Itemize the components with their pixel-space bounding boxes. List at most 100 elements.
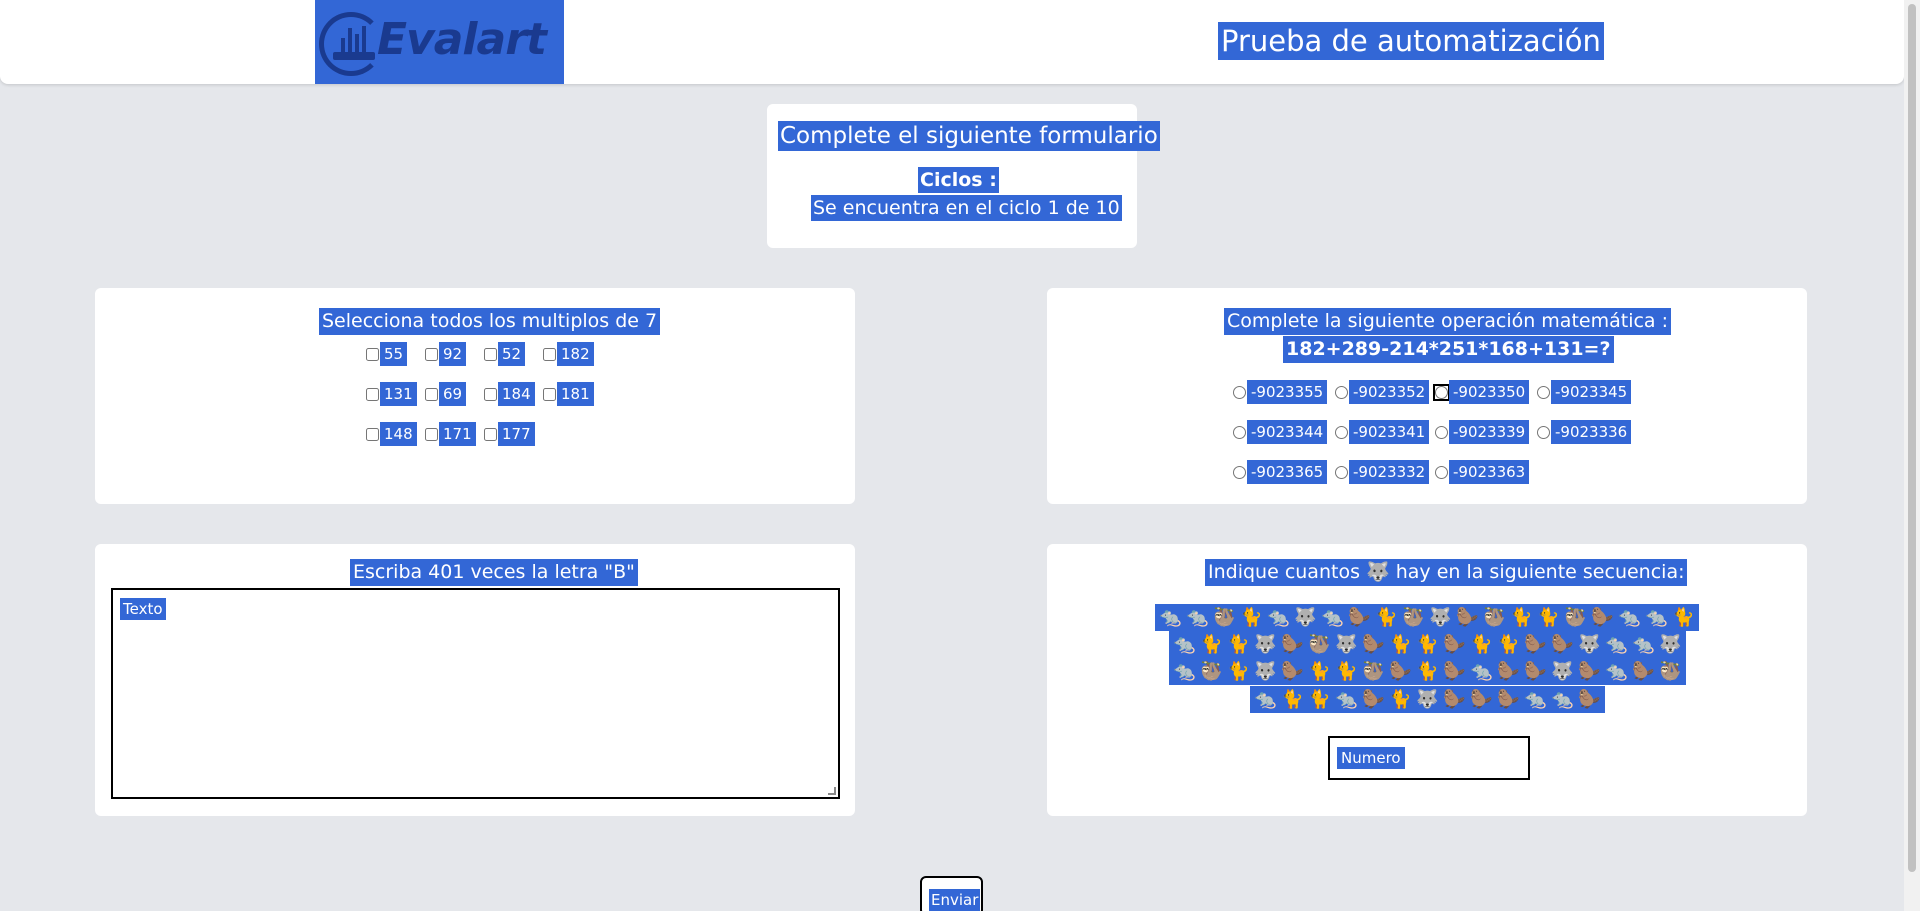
sloth-icon: 🦥 bbox=[1308, 634, 1331, 655]
number-input[interactable]: Numero bbox=[1328, 736, 1530, 780]
answer-radio[interactable] bbox=[1335, 425, 1348, 439]
multiple-option[interactable]: 55 bbox=[366, 342, 408, 366]
answer-label[interactable]: -9023355 bbox=[1247, 380, 1328, 404]
multiple-option[interactable]: 182 bbox=[543, 342, 594, 366]
logo-bars-icon bbox=[341, 22, 369, 52]
multiple-option[interactable]: 92 bbox=[425, 342, 467, 366]
answer-option[interactable]: -9023350 bbox=[1433, 380, 1530, 404]
sequence-title-start: Indique cuantos bbox=[1208, 561, 1360, 583]
sloth-icon: 🦥 bbox=[1659, 661, 1682, 682]
answer-label[interactable]: -9023365 bbox=[1247, 460, 1328, 484]
multiple-label[interactable]: 69 bbox=[439, 382, 467, 406]
resize-handle-icon[interactable] bbox=[828, 787, 836, 795]
answer-option[interactable]: -9023365 bbox=[1233, 460, 1328, 484]
math-card: Complete la siguiente operación matemáti… bbox=[1047, 288, 1807, 504]
multiple-option[interactable]: 184 bbox=[484, 382, 535, 406]
answer-radio[interactable] bbox=[1335, 465, 1348, 479]
multiple-checkbox[interactable] bbox=[543, 347, 556, 361]
answer-label[interactable]: -9023336 bbox=[1551, 420, 1632, 444]
answer-option[interactable]: -9023332 bbox=[1335, 460, 1430, 484]
multiple-option[interactable]: 171 bbox=[425, 422, 476, 446]
answer-radio[interactable] bbox=[1233, 465, 1246, 479]
answer-radio[interactable] bbox=[1537, 385, 1550, 399]
answer-option[interactable]: -9023352 bbox=[1335, 380, 1430, 404]
multiple-label[interactable]: 181 bbox=[557, 382, 594, 406]
answer-option[interactable]: -9023339 bbox=[1435, 420, 1530, 444]
scrollbar-thumb[interactable] bbox=[1908, 4, 1916, 872]
multiple-option[interactable]: 181 bbox=[543, 382, 594, 406]
cat-icon: 🐈 bbox=[1389, 634, 1412, 655]
cat-icon: 🐈 bbox=[1281, 689, 1304, 710]
answer-radio[interactable] bbox=[1233, 425, 1246, 439]
beaver-icon: 🦫 bbox=[1524, 661, 1547, 682]
multiple-label[interactable]: 131 bbox=[380, 382, 417, 406]
instructions-box: Complete el siguiente formulario Ciclos … bbox=[767, 104, 1160, 248]
cat-icon: 🐈 bbox=[1375, 607, 1398, 628]
answer-label[interactable]: -9023341 bbox=[1349, 420, 1430, 444]
beaver-icon: 🦫 bbox=[1456, 607, 1479, 628]
beaver-icon: 🦫 bbox=[1281, 634, 1304, 655]
multiple-checkbox[interactable] bbox=[425, 387, 438, 401]
multiple-checkbox[interactable] bbox=[366, 427, 379, 441]
answer-label[interactable]: -9023363 bbox=[1449, 460, 1530, 484]
multiple-checkbox[interactable] bbox=[425, 347, 438, 361]
answer-option[interactable]: -9023344 bbox=[1233, 420, 1328, 444]
text-card: Escriba 401 veces la letra "B" Texto bbox=[95, 544, 855, 816]
wolf-icon: 🐺 bbox=[1254, 661, 1277, 682]
answer-label[interactable]: -9023332 bbox=[1349, 460, 1430, 484]
multiple-label[interactable]: 148 bbox=[380, 422, 417, 446]
rat-icon: 🐀 bbox=[1173, 661, 1196, 682]
beaver-icon: 🦫 bbox=[1443, 634, 1466, 655]
multiple-label[interactable]: 182 bbox=[557, 342, 594, 366]
rat-icon: 🐀 bbox=[1645, 607, 1668, 628]
answer-label[interactable]: -9023352 bbox=[1349, 380, 1430, 404]
multiple-checkbox[interactable] bbox=[484, 347, 497, 361]
multiple-checkbox[interactable] bbox=[366, 387, 379, 401]
answer-option[interactable]: -9023363 bbox=[1435, 460, 1530, 484]
answer-radio[interactable] bbox=[1537, 425, 1550, 439]
beaver-icon: 🦫 bbox=[1389, 661, 1412, 682]
cat-icon: 🐈 bbox=[1470, 634, 1493, 655]
cat-icon: 🐈 bbox=[1416, 634, 1439, 655]
multiple-checkbox[interactable] bbox=[366, 347, 379, 361]
multiple-label[interactable]: 55 bbox=[380, 342, 408, 366]
multiple-label[interactable]: 177 bbox=[498, 422, 535, 446]
beaver-icon: 🦫 bbox=[1524, 634, 1547, 655]
multiple-checkbox[interactable] bbox=[484, 427, 497, 441]
answer-radio[interactable] bbox=[1335, 385, 1348, 399]
answer-radio[interactable] bbox=[1433, 383, 1450, 401]
letters-textarea[interactable]: Texto bbox=[111, 588, 840, 799]
rat-icon: 🐀 bbox=[1321, 607, 1344, 628]
answer-radio[interactable] bbox=[1233, 385, 1246, 399]
answer-radio[interactable] bbox=[1435, 425, 1448, 439]
multiple-label[interactable]: 184 bbox=[498, 382, 535, 406]
multiple-label[interactable]: 92 bbox=[439, 342, 467, 366]
answer-label[interactable]: -9023344 bbox=[1247, 420, 1328, 444]
beaver-icon: 🦫 bbox=[1578, 689, 1601, 710]
answer-option[interactable]: -9023336 bbox=[1537, 420, 1632, 444]
multiple-option[interactable]: 131 bbox=[366, 382, 417, 406]
page: Evalart Prueba de automatización Complet… bbox=[0, 0, 1920, 911]
multiple-checkbox[interactable] bbox=[425, 427, 438, 441]
vertical-scrollbar[interactable] bbox=[1904, 0, 1920, 911]
multiple-option[interactable]: 148 bbox=[366, 422, 417, 446]
multiple-label[interactable]: 171 bbox=[439, 422, 476, 446]
multiple-label[interactable]: 52 bbox=[498, 342, 526, 366]
answer-label[interactable]: -9023345 bbox=[1551, 380, 1632, 404]
answer-option[interactable]: -9023341 bbox=[1335, 420, 1430, 444]
submit-button[interactable]: Enviar bbox=[920, 876, 983, 911]
answer-option[interactable]: -9023345 bbox=[1537, 380, 1632, 404]
multiple-option[interactable]: 177 bbox=[484, 422, 535, 446]
answer-radio[interactable] bbox=[1435, 465, 1448, 479]
multiple-checkbox[interactable] bbox=[543, 387, 556, 401]
cat-icon: 🐈 bbox=[1389, 689, 1412, 710]
answer-label[interactable]: -9023350 bbox=[1449, 380, 1530, 404]
multiple-checkbox[interactable] bbox=[484, 387, 497, 401]
multiple-option[interactable]: 69 bbox=[425, 382, 467, 406]
answer-label[interactable]: -9023339 bbox=[1449, 420, 1530, 444]
answer-option[interactable]: -9023355 bbox=[1233, 380, 1328, 404]
text-title: Escriba 401 veces la letra "B" bbox=[350, 559, 638, 586]
beaver-icon: 🦫 bbox=[1497, 689, 1520, 710]
rat-icon: 🐀 bbox=[1173, 634, 1196, 655]
multiple-option[interactable]: 52 bbox=[484, 342, 526, 366]
